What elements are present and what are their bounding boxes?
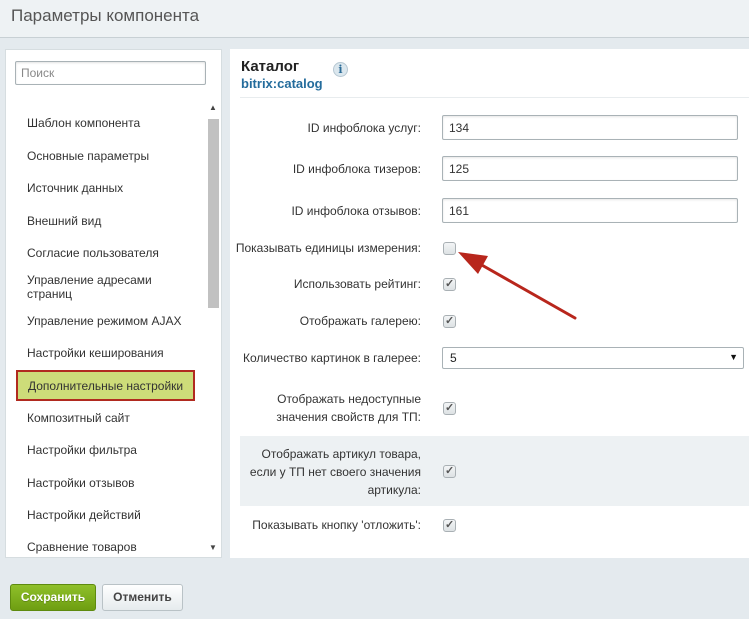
show-article-label-line3: артикула: [367, 483, 421, 497]
show-unavailable-checkbox[interactable]: ✓ [443, 402, 456, 415]
sidebar: Шаблон компонента Основные параметры Ист… [5, 49, 222, 558]
sidebar-item-review-settings[interactable]: Настройки отзывов [27, 476, 197, 490]
show-units-label: Показывать единицы измерения: [235, 241, 421, 255]
reviews-iblock-label: ID инфоблока отзывов: [291, 204, 421, 218]
sidebar-item-composite-site[interactable]: Композитный сайт [27, 411, 197, 425]
component-code: bitrix:catalog [241, 76, 323, 91]
show-article-checkbox[interactable]: ✓ [443, 465, 456, 478]
checkmark-icon: ✓ [445, 465, 455, 477]
services-iblock-input[interactable] [442, 115, 738, 140]
title-divider [240, 97, 749, 98]
sidebar-item-component-template[interactable]: Шаблон компонента [27, 116, 197, 130]
sidebar-item-filter-settings[interactable]: Настройки фильтра [27, 443, 197, 457]
info-icon[interactable]: i [333, 62, 348, 77]
checkmark-icon: ✓ [445, 315, 455, 327]
checkmark-icon: ✓ [445, 278, 455, 290]
show-defer-button-label: Показывать кнопку 'отложить': [252, 518, 421, 532]
component-title: Каталог [241, 58, 300, 75]
sidebar-item-data-source[interactable]: Источник данных [27, 181, 197, 195]
sidebar-scrollbar[interactable]: ▲ ▼ [205, 101, 221, 557]
settings-panel: Каталог bitrix:catalog i ID инфоблока ус… [230, 49, 749, 558]
show-unavailable-label-line1: Отображать недоступные [277, 392, 421, 406]
show-units-checkbox[interactable] [443, 242, 456, 255]
gallery-count-select[interactable]: 5 ▼ [442, 347, 744, 369]
show-article-label: Отображать артикул товара, если у ТП нет… [250, 445, 421, 499]
services-iblock-label: ID инфоблока услуг: [307, 121, 421, 135]
sidebar-item-user-consent[interactable]: Согласие пользователя [27, 246, 197, 260]
reviews-iblock-input[interactable] [442, 198, 738, 223]
window-title: Параметры компонента [11, 6, 200, 25]
window-header: Параметры компонента [0, 0, 749, 38]
sidebar-item-compare-products[interactable]: Сравнение товаров [27, 540, 197, 554]
show-unavailable-label-line2: значения свойств для ТП: [276, 410, 421, 424]
sidebar-item-page-addresses[interactable]: Управление адресами страниц [27, 273, 177, 301]
checkmark-icon: ✓ [445, 519, 455, 531]
use-rating-checkbox[interactable]: ✓ [443, 278, 456, 291]
use-rating-label: Использовать рейтинг: [293, 277, 421, 291]
sidebar-item-additional-settings[interactable]: Дополнительные настройки [16, 370, 195, 401]
teasers-iblock-input[interactable] [442, 156, 738, 181]
show-defer-button-checkbox[interactable]: ✓ [443, 519, 456, 532]
sidebar-item-ajax-mode[interactable]: Управление режимом AJAX [27, 314, 197, 328]
sidebar-item-caching[interactable]: Настройки кеширования [27, 346, 197, 360]
gallery-count-label: Количество картинок в галерее: [243, 351, 421, 365]
gallery-count-value: 5 [450, 351, 457, 365]
show-gallery-checkbox[interactable]: ✓ [443, 315, 456, 328]
show-article-label-line1: Отображать артикул товара, [261, 447, 421, 461]
sidebar-list: Шаблон компонента Основные параметры Ист… [6, 50, 206, 559]
sidebar-item-appearance[interactable]: Внешний вид [27, 214, 197, 228]
save-button[interactable]: Сохранить [10, 584, 96, 611]
sidebar-item-action-settings[interactable]: Настройки действий [27, 508, 197, 522]
scroll-thumb[interactable] [208, 119, 219, 308]
sidebar-item-main-params[interactable]: Основные параметры [27, 149, 197, 163]
show-unavailable-label: Отображать недоступные значения свойств … [276, 390, 421, 426]
triangle-down-icon[interactable]: ▼ [205, 541, 221, 555]
checkmark-icon: ✓ [445, 402, 455, 414]
triangle-up-icon[interactable]: ▲ [205, 101, 221, 115]
show-article-label-line2: если у ТП нет своего значения [249, 465, 421, 479]
cancel-button[interactable]: Отменить [102, 584, 183, 611]
teasers-iblock-label: ID инфоблока тизеров: [292, 162, 421, 176]
show-gallery-label: Отображать галерею: [299, 314, 421, 328]
dropdown-arrow-icon: ▼ [729, 352, 738, 362]
